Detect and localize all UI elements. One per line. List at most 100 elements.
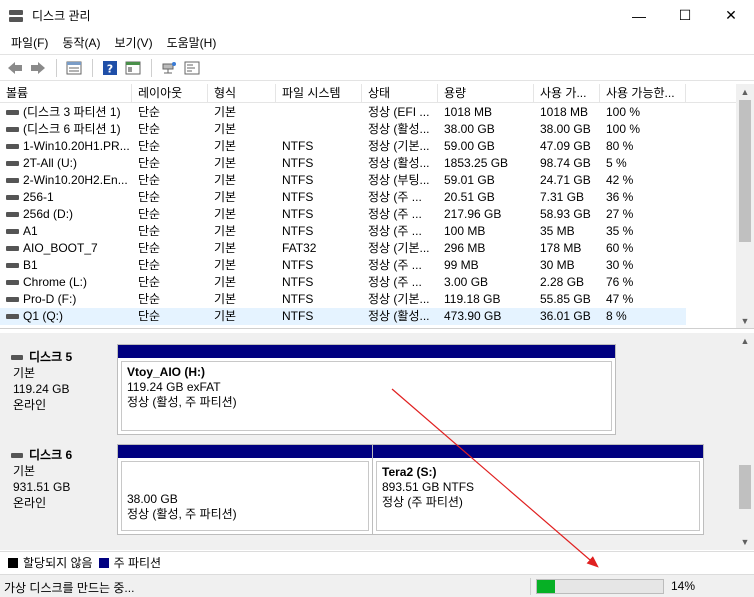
table-row[interactable]: (디스크 3 파티션 1) 단순 기본 정상 (EFI ... 1018 MB 1018 … [0, 104, 736, 121]
table-row[interactable]: Chrome (L:) 단순 기본 NTFS 정상 (주 ... 3.00 GB 2.28 … [0, 274, 736, 291]
cell-type: 기본 [214, 207, 237, 221]
cell-free-space: 2.28 GB [540, 275, 585, 289]
volume-icon [6, 297, 19, 302]
disk-type: 기본 [13, 366, 36, 380]
help-button[interactable]: ? [99, 57, 121, 79]
scrollbar-thumb[interactable] [739, 100, 751, 242]
cell-filesystem: NTFS [282, 224, 314, 238]
cell-capacity: 473.90 GB [438, 308, 534, 325]
cell-type: 기본 [214, 105, 237, 119]
disk-status: 온라인 [13, 398, 47, 412]
toolbar-separator [151, 58, 152, 77]
cell-capacity: 20.51 GB [444, 190, 495, 204]
minimize-icon: — [632, 7, 646, 24]
cell-volume: 1-Win10.20H1.PR... [0, 138, 132, 155]
cell-volume: B1 [0, 257, 132, 274]
column-header-volume[interactable]: 볼륨 [0, 84, 132, 103]
cell-filesystem: FAT32 [282, 241, 317, 255]
column-header-free-space[interactable]: 사용 가... [534, 84, 600, 103]
table-row[interactable]: 256d (D:) 단순 기본 NTFS 정상 (주 ... 217.96 GB 58.93… [0, 206, 736, 223]
cell-layout: 단순 [138, 122, 161, 136]
column-header-filesystem[interactable]: 파일 시스템 [276, 84, 362, 103]
table-row[interactable]: Q1 (Q:) 단순 기본 NTFS 정상 (활성... 473.90 GB 36.01 G… [0, 308, 736, 325]
column-header-type[interactable]: 형식 [208, 84, 276, 103]
cell-type: 기본 [214, 292, 237, 306]
title-bar: 디스크 관리 — ☐ ✕ [0, 0, 754, 31]
column-header-capacity[interactable]: 용량 [438, 84, 534, 103]
cell-status: 정상 (EFI ... [368, 105, 430, 119]
scroll-up-icon[interactable]: ▲ [736, 84, 754, 100]
table-row[interactable]: 1-Win10.20H1.PR... 단순 기본 NTFS 정상 (기본... 59.00… [0, 138, 736, 155]
table-row[interactable]: 256-1 단순 기본 NTFS 정상 (주 ... 20.51 GB 7.31 GB 36 … [0, 189, 736, 206]
cell-type: 기본 [214, 224, 237, 238]
table-row[interactable]: B1 단순 기본 NTFS 정상 (주 ... 99 MB 30 MB 30 % [0, 257, 736, 274]
partition-name: Tera2 (S:) [382, 465, 437, 479]
scroll-up-icon[interactable]: ▲ [736, 333, 754, 349]
cell-status: 정상 (기본... [368, 292, 430, 306]
volume-icon [6, 161, 19, 166]
cell-free-space: 178 MB [540, 241, 582, 255]
volume-name: Q1 (Q:) [23, 309, 64, 323]
cell-percent-free: 8 % [600, 308, 686, 325]
menu-action[interactable]: 동작(A) [55, 34, 107, 51]
table-row[interactable]: (디스크 6 파티션 1) 단순 기본 정상 (활성... 38.00 GB 38.00 … [0, 121, 736, 138]
volume-list-scrollbar[interactable]: ▲ ▼ [736, 84, 754, 328]
settings-button[interactable] [181, 57, 203, 79]
cell-free-space: 30 MB [540, 258, 575, 272]
cell-free-space: 55.85 GB [540, 292, 591, 306]
cell-layout: 단순 [138, 275, 161, 289]
table-row[interactable]: Pro-D (F:) 단순 기본 NTFS 정상 (기본... 119.18 GB 55.8… [0, 291, 736, 308]
cell-capacity: 1853.25 GB [444, 156, 509, 170]
cell-percent-free: 35 % [606, 224, 634, 238]
table-row[interactable]: AIO_BOOT_7 단순 기본 FAT32 정상 (기본... 296 MB 178 MB… [0, 240, 736, 257]
disk-info[interactable]: 디스크 6 기본 931.51 GB 온라인 [3, 439, 115, 535]
scroll-down-icon[interactable]: ▼ [736, 313, 754, 328]
toolbar-separator [92, 58, 93, 77]
minimize-button[interactable]: — [616, 0, 662, 31]
scroll-down-icon[interactable]: ▼ [736, 534, 754, 550]
cell-free-space: 58.93 GB [540, 207, 591, 221]
unallocated-swatch [8, 557, 18, 568]
properties-button[interactable] [122, 57, 144, 79]
cell-filesystem: NTFS [282, 258, 314, 272]
table-row[interactable]: A1 단순 기본 NTFS 정상 (주 ... 100 MB 35 MB 35 % [0, 223, 736, 240]
volume-name: A1 [23, 224, 38, 238]
cell-capacity: 119.18 GB [444, 292, 501, 306]
menu-view[interactable]: 보기(V) [107, 34, 159, 51]
partition-box[interactable]: Vtoy_AIO (H:) 119.24 GB exFAT 정상 (활성, 주 … [117, 344, 616, 435]
cell-percent-free: 42 % [606, 173, 634, 187]
volume-rows: (디스크 3 파티션 1) 단순 기본 정상 (EFI ... 1018 MB 1018 … [0, 104, 736, 325]
column-header-percent-free[interactable]: 사용 가능한... [600, 84, 686, 103]
partition-body: 38.00 GB 정상 (활성, 주 파티션) [121, 461, 369, 531]
disk-name: 디스크 6 [29, 448, 73, 462]
progress-bar [536, 579, 664, 594]
partition-box[interactable]: 38.00 GB 정상 (활성, 주 파티션) [117, 444, 373, 535]
partition-box[interactable]: Tera2 (S:) 893.51 GB NTFS 정상 (주 파티션) [372, 444, 704, 535]
disk-list-button[interactable] [63, 57, 85, 79]
cell-type: 기본 [214, 156, 237, 170]
column-header-layout[interactable]: 레이아웃 [132, 84, 208, 103]
cell-volume: Pro-D (F:) [0, 291, 132, 308]
cell-volume: 2T-All (U:) [0, 155, 132, 172]
cell-type: 기본 [214, 258, 237, 272]
menu-help[interactable]: 도움말(H) [160, 34, 224, 51]
volume-icon [6, 263, 19, 268]
maximize-button[interactable]: ☐ [662, 0, 708, 31]
column-header-status[interactable]: 상태 [362, 84, 438, 103]
cell-percent-free: 60 % [606, 241, 634, 255]
close-button[interactable]: ✕ [708, 0, 754, 31]
menu-file[interactable]: 파일(F) [4, 34, 55, 51]
disk-info[interactable]: 디스크 5 기본 119.24 GB 온라인 [3, 341, 115, 433]
disk-row: 디스크 6 기본 931.51 GB 온라인 38.00 GB 정상 (활성, … [0, 439, 736, 535]
cell-filesystem [276, 121, 362, 138]
forward-button[interactable] [27, 57, 49, 79]
rescan-button[interactable] [158, 57, 180, 79]
cell-free-space: 35 MB [540, 224, 575, 238]
graphical-view-scrollbar[interactable]: ▲ ▼ [736, 333, 754, 550]
table-row[interactable]: 2-Win10.20H2.En... 단순 기본 NTFS 정상 (부팅... 59.01… [0, 172, 736, 189]
partition-body: Vtoy_AIO (H:) 119.24 GB exFAT 정상 (활성, 주 … [121, 361, 612, 431]
scrollbar-thumb[interactable] [739, 465, 751, 509]
table-row[interactable]: 2T-All (U:) 단순 기본 NTFS 정상 (활성... 1853.25 GB 98… [0, 155, 736, 172]
back-button[interactable] [4, 57, 26, 79]
cell-type: 기본 [214, 241, 237, 255]
